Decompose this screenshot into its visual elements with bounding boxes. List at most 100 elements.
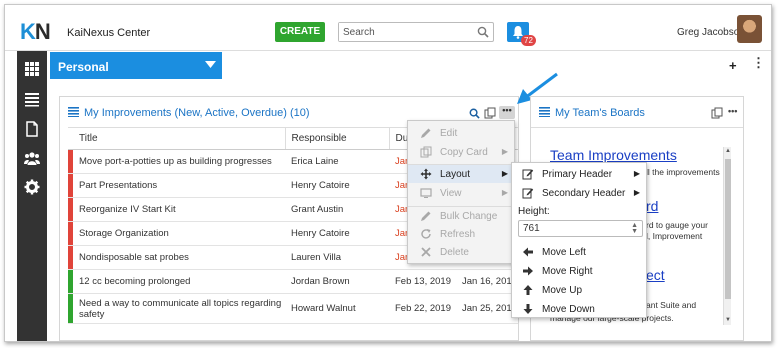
search-input[interactable] [339, 23, 469, 41]
board-description: ll the improvements [646, 167, 720, 177]
search-box[interactable] [338, 22, 494, 42]
row-responsible: Howard Walnut [285, 293, 389, 324]
row-responsible: Erica Laine [285, 149, 389, 174]
copy-icon[interactable] [711, 107, 723, 119]
refresh-icon [421, 229, 431, 239]
move-down-label: Move Down [542, 304, 595, 315]
row-due: Feb 13, 2019 [389, 269, 456, 294]
height-value: 761 [523, 223, 540, 234]
height-label: Height: [518, 206, 550, 217]
menu-item-bulk-change[interactable]: Bulk Change [408, 206, 514, 225]
height-field[interactable]: 761 ▲ ▼ [518, 220, 643, 237]
move-down-item[interactable]: Move Down [512, 300, 646, 319]
row-title[interactable]: Part Presentations [73, 173, 285, 198]
monitor-icon [420, 188, 432, 198]
workspace-dropdown[interactable]: Personal [50, 52, 222, 79]
copy-icon[interactable] [484, 107, 496, 119]
row-title[interactable]: Nondisposable sat probes [73, 245, 285, 270]
gear-icon[interactable] [24, 179, 40, 195]
menu-item-label: Refresh [440, 229, 476, 240]
widget-more-button[interactable]: ••• [499, 106, 515, 119]
menu-item-label: Layout [440, 169, 471, 180]
create-button[interactable]: CREATE [275, 22, 325, 42]
move-left-item[interactable]: Move Left [512, 243, 646, 262]
boards-scrollbar[interactable]: ▲ ▼ [723, 147, 731, 325]
more-icon[interactable]: ⋮ [752, 55, 766, 71]
primary-header-item[interactable]: Primary Header ▶ [512, 165, 646, 184]
move-up-label: Move Up [542, 285, 583, 296]
add-icon[interactable]: + [729, 58, 737, 73]
list-icon[interactable] [24, 91, 40, 107]
board-description: ant Suite and [646, 300, 697, 310]
boards-title[interactable]: My Team's Boards [555, 107, 645, 119]
avatar[interactable] [737, 15, 762, 43]
search-icon[interactable] [469, 108, 480, 119]
move-right-item[interactable]: Move Right [512, 262, 646, 281]
edit-icon [522, 169, 534, 180]
secondary-header-label: Secondary Header [542, 188, 626, 199]
move-up-item[interactable]: Move Up [512, 281, 646, 300]
logo-n: N [34, 19, 51, 44]
people-icon[interactable] [24, 150, 40, 166]
table-row[interactable]: 12 cc becoming prolonged Jordan Brown Feb … [68, 269, 518, 294]
row-responsible: Grant Austin [285, 197, 389, 222]
menu-item-label: Delete [440, 247, 469, 258]
list-icon [68, 107, 79, 117]
row-title[interactable]: Storage Organization [73, 221, 285, 246]
divider [531, 127, 743, 128]
row-responsible: Jordan Brown [285, 269, 389, 294]
menu-item-label: Copy Card [440, 147, 488, 158]
row-title[interactable]: 12 cc becoming prolonged [73, 269, 285, 294]
search-icon[interactable] [477, 26, 489, 38]
menu-item-refresh[interactable]: Refresh [408, 225, 514, 244]
user-name[interactable]: Greg Jacobson [677, 27, 745, 38]
board-link-team-improvements[interactable]: Team Improvements [550, 147, 677, 163]
arrow-left-icon [523, 247, 533, 257]
row-extra: Jan 25, 2019 [456, 293, 518, 324]
menu-item-view[interactable]: View ▶ [408, 184, 514, 203]
col-header-title[interactable]: Title [73, 127, 285, 150]
board-link-2[interactable]: rd [646, 198, 658, 214]
menu-item-layout[interactable]: Layout ▶ [408, 164, 514, 183]
row-responsible: Lauren Villa [285, 245, 389, 270]
chevron-down-icon [205, 61, 216, 68]
scroll-down-icon[interactable]: ▼ [725, 317, 731, 323]
row-title[interactable]: Reorganize IV Start Kit [73, 197, 285, 222]
menu-item-label: View [440, 188, 462, 199]
chevron-right-icon: ▶ [633, 188, 640, 197]
layout-submenu: Primary Header ▶ Secondary Header ▶ Heig… [511, 162, 647, 318]
move-right-label: Move Right [542, 266, 593, 277]
chevron-right-icon: ▶ [501, 188, 508, 197]
secondary-header-item[interactable]: Secondary Header ▶ [512, 184, 646, 203]
move-icon [420, 168, 432, 180]
menu-item-edit[interactable]: Edit [408, 124, 514, 143]
widget-context-menu: Edit Copy Card ▶ Layout ▶ View ▶ Bulk Change Ref… [407, 120, 515, 264]
logo-k: K [20, 19, 36, 44]
menu-item-delete[interactable]: Delete [408, 243, 514, 262]
chevron-right-icon: ▶ [633, 169, 640, 178]
app-title[interactable]: KaiNexus Center [67, 27, 150, 39]
improvements-title[interactable]: My Improvements (New, Active, Overdue) (… [84, 107, 310, 119]
row-due: Feb 22, 2019 [389, 293, 456, 324]
menu-item-copy-card[interactable]: Copy Card ▶ [408, 143, 514, 162]
col-header-responsible[interactable]: Responsible [284, 127, 389, 150]
app-window: KN KaiNexus Center CREATE 72 Greg Jacobs… [4, 4, 772, 342]
kainexus-logo[interactable]: KN [20, 19, 51, 45]
board-description: rd to gauge your [646, 220, 708, 230]
board-link-3[interactable]: ect [646, 267, 665, 283]
table-row[interactable]: Need a way to communicate all topics reg… [68, 293, 518, 324]
arrow-right-icon [523, 266, 533, 276]
stepper-icon[interactable]: ▲ ▼ [631, 222, 638, 235]
grid-icon[interactable] [24, 61, 40, 77]
move-left-label: Move Left [542, 247, 586, 258]
menu-item-label: Edit [440, 128, 458, 139]
scroll-up-icon[interactable]: ▲ [725, 148, 731, 154]
more-icon[interactable]: ••• [728, 106, 737, 116]
row-title[interactable]: Move port-a-potties up as building progr… [73, 149, 285, 174]
pencil-icon [421, 211, 431, 221]
document-icon[interactable] [24, 121, 40, 137]
left-nav [17, 51, 47, 341]
primary-header-label: Primary Header [542, 169, 613, 180]
row-title[interactable]: Need a way to communicate all topics reg… [73, 293, 285, 324]
scrollbar-thumb[interactable] [725, 159, 731, 299]
